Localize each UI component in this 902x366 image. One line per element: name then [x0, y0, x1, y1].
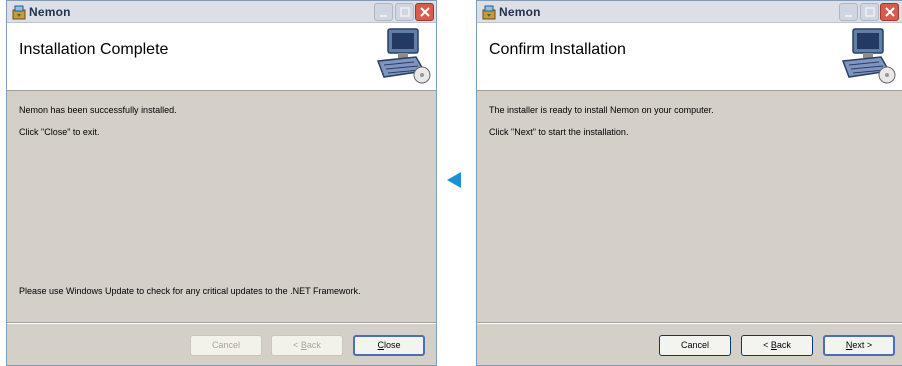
minimize-button[interactable]: [839, 3, 858, 21]
back-label-rest: ack: [306, 340, 321, 350]
back-button[interactable]: < Back: [271, 335, 343, 356]
status-message: Nemon has been successfully installed.: [19, 105, 177, 115]
title-bar[interactable]: Nemon: [477, 1, 902, 23]
maximize-icon: [400, 7, 410, 17]
next-button[interactable]: Next >: [823, 335, 895, 356]
minimize-button[interactable]: [374, 3, 393, 21]
left-arrow-icon: [447, 172, 461, 188]
close-button[interactable]: Close: [353, 335, 425, 356]
back-label-rest: ack: [776, 340, 791, 350]
cancel-button[interactable]: Cancel: [190, 335, 262, 356]
minimize-icon: [845, 15, 852, 17]
close-window-button[interactable]: [880, 3, 899, 21]
back-button[interactable]: < Back: [741, 335, 813, 356]
dialog-banner: Confirm Installation: [477, 23, 902, 91]
status-message: The installer is ready to install Nemon …: [489, 105, 714, 115]
banner-title: Confirm Installation: [489, 41, 626, 58]
installer-window-confirm: Nemon Confirm Installation The installer…: [476, 0, 902, 366]
computer-setup-icon: [376, 28, 431, 84]
banner-title: Installation Complete: [19, 41, 169, 58]
cancel-button[interactable]: Cancel: [659, 335, 731, 356]
title-bar[interactable]: Nemon: [7, 1, 436, 23]
maximize-button[interactable]: [395, 3, 414, 21]
close-icon: [420, 7, 430, 17]
installer-app-icon: [12, 5, 26, 20]
back-label-prefix: <: [763, 340, 771, 350]
minimize-icon: [380, 15, 387, 17]
installer-app-icon: [482, 5, 496, 20]
dialog-banner: Installation Complete: [7, 23, 436, 91]
computer-setup-icon: [841, 28, 896, 84]
close-icon: [885, 7, 895, 17]
close-window-button[interactable]: [415, 3, 434, 21]
back-label-prefix: <: [293, 340, 301, 350]
close-label-rest: lose: [383, 340, 401, 350]
footer-divider: [477, 322, 902, 324]
cancel-label: Cancel: [211, 340, 240, 350]
cancel-label: Cancel: [680, 340, 709, 350]
instruction-text: Click "Close" to exit.: [19, 127, 100, 137]
instruction-text: Click "Next" to start the installation.: [489, 127, 629, 137]
next-label-rest: ext >: [852, 340, 873, 350]
window-title: Nemon: [499, 5, 541, 19]
footer-divider: [7, 322, 436, 324]
window-title: Nemon: [29, 5, 71, 19]
maximize-icon: [865, 7, 875, 17]
maximize-button[interactable]: [860, 3, 879, 21]
update-notice: Please use Windows Update to check for a…: [19, 286, 361, 296]
installer-window-complete: Nemon Installation Complete Nemon has be…: [6, 0, 437, 366]
